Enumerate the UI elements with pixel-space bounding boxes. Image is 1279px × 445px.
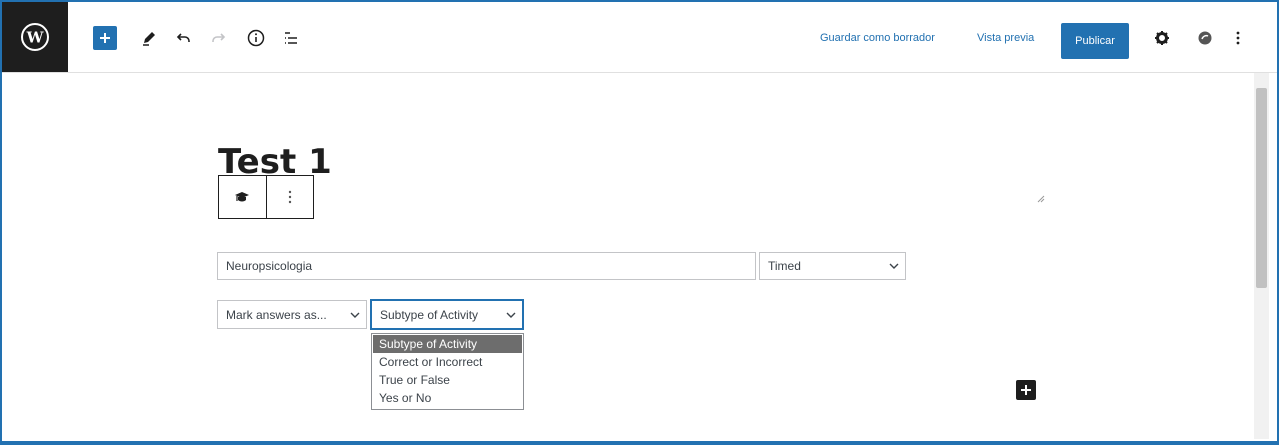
- chevron-down-icon: [889, 263, 899, 269]
- timing-select[interactable]: Timed: [759, 252, 906, 280]
- block-toolbar: [218, 175, 314, 219]
- subtype-dropdown-list: Subtype of Activity Correct or Incorrect…: [371, 333, 524, 410]
- dropdown-option[interactable]: True or False: [372, 371, 523, 389]
- tools-button[interactable]: [139, 26, 159, 50]
- block-inserter-button[interactable]: [1016, 380, 1036, 400]
- chevron-down-icon: [506, 312, 516, 318]
- mark-answers-select[interactable]: Mark answers as...: [217, 300, 367, 329]
- subtype-select-value: Subtype of Activity: [380, 307, 479, 322]
- kebab-menu-icon: [288, 190, 291, 204]
- undo-icon: [176, 33, 190, 42]
- more-options-button[interactable]: [1230, 26, 1246, 50]
- graduation-cap-icon: [235, 192, 250, 202]
- gear-icon: [1155, 31, 1169, 45]
- editor-window: W Guardar como borrador Vista previa Pub…: [0, 0, 1279, 445]
- timing-select-value: Timed: [768, 259, 801, 273]
- save-draft-button[interactable]: Guardar como borrador: [820, 32, 935, 44]
- wordpress-logo-icon: W: [21, 23, 49, 51]
- dropdown-option[interactable]: Correct or Incorrect: [372, 353, 523, 371]
- preview-button[interactable]: Vista previa: [977, 32, 1034, 44]
- list-view-button[interactable]: [280, 26, 302, 50]
- plus-icon: [100, 33, 110, 43]
- undo-button[interactable]: [174, 26, 194, 50]
- block-options-button[interactable]: [265, 176, 314, 218]
- info-icon: [247, 29, 265, 47]
- wordpress-logo[interactable]: W: [2, 2, 68, 72]
- subject-input-value: Neuropsicologia: [226, 259, 313, 273]
- add-block-button[interactable]: [93, 26, 117, 50]
- redo-button[interactable]: [208, 26, 228, 50]
- scrollbar-thumb[interactable]: [1256, 88, 1267, 288]
- details-button[interactable]: [245, 26, 267, 50]
- publish-button[interactable]: Publicar: [1061, 23, 1129, 59]
- subtype-select[interactable]: Subtype of Activity: [371, 300, 523, 329]
- dropdown-option[interactable]: Subtype of Activity: [373, 335, 522, 353]
- editor-header: W Guardar como borrador Vista previa Pub…: [2, 2, 1277, 73]
- subject-input[interactable]: Neuropsicologia: [217, 252, 756, 280]
- chevron-down-icon: [350, 312, 360, 318]
- resize-handle-icon[interactable]: [1037, 195, 1045, 203]
- plugin-icon: [1198, 31, 1212, 45]
- svg-text:W: W: [26, 29, 45, 47]
- kebab-menu-icon: [1236, 31, 1240, 45]
- list-view-icon: [285, 32, 297, 44]
- settings-button[interactable]: [1152, 26, 1172, 50]
- plugin-button[interactable]: [1195, 26, 1215, 50]
- plus-icon: [1021, 385, 1031, 395]
- redo-icon: [212, 33, 226, 42]
- mark-answers-select-value: Mark answers as...: [226, 307, 327, 322]
- dropdown-option[interactable]: Yes or No: [372, 389, 523, 407]
- pencil-icon: [143, 32, 155, 46]
- block-type-button[interactable]: [219, 176, 266, 218]
